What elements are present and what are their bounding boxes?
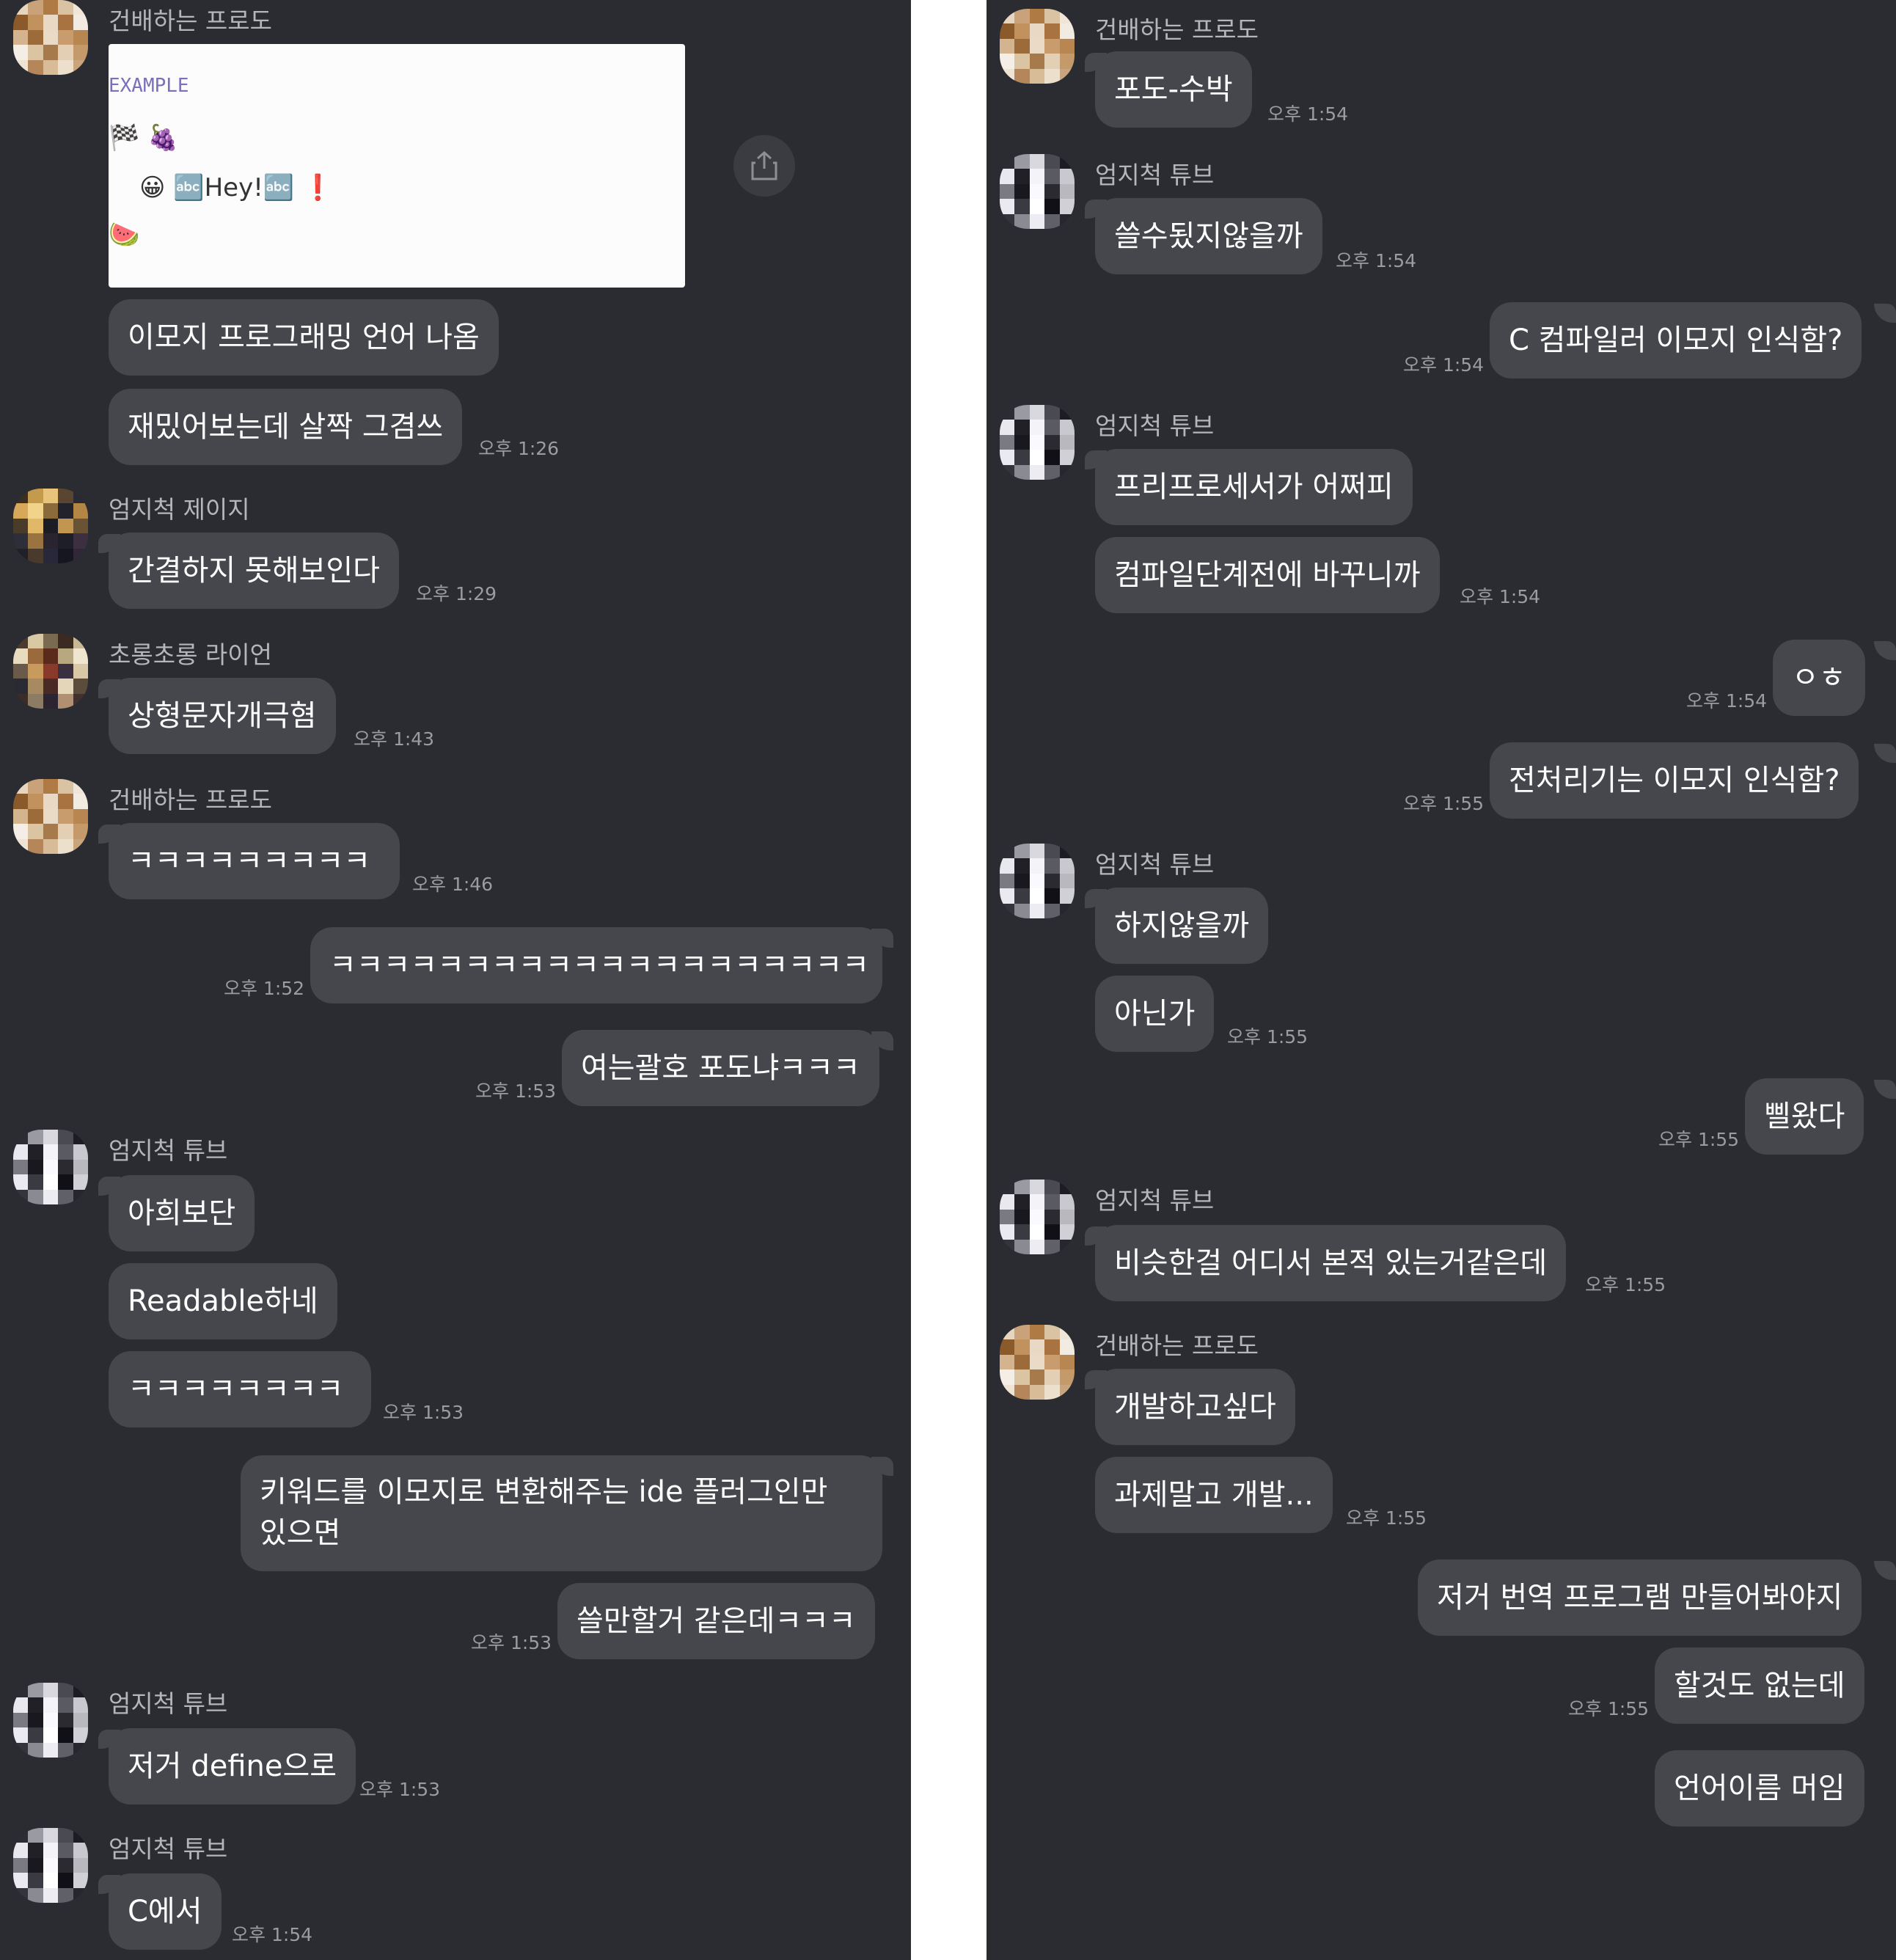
message-bubble[interactable]: 하지않을까 [1095, 888, 1268, 964]
avatar[interactable] [13, 779, 88, 854]
message-bubble[interactable]: 비슷한걸 어디서 본적 있는거같은데 [1095, 1225, 1567, 1301]
sender-name: 엄지척 튜브 [1095, 850, 1215, 879]
sender-name: 건배하는 프로도 [109, 786, 273, 814]
avatar[interactable] [1000, 844, 1075, 918]
message-bubble[interactable]: 이모지 프로그래밍 언어 나옴 [109, 299, 499, 376]
my-message-bubble[interactable]: 삘왔다 [1745, 1078, 1864, 1155]
my-message-bubble[interactable]: 저거 번역 프로그램 만들어봐야지 [1418, 1559, 1862, 1636]
message-bubble[interactable]: ㅋㅋㅋㅋㅋㅋㅋㅋ [109, 1351, 371, 1427]
sender-name: 건배하는 프로도 [109, 7, 273, 35]
message-time: 오후 1:55 [1585, 1274, 1666, 1295]
message-time: 오후 1:53 [383, 1402, 464, 1423]
avatar[interactable] [1000, 154, 1075, 229]
my-message-bubble[interactable]: ㅇㅎ [1773, 640, 1865, 716]
avatar[interactable] [1000, 9, 1075, 84]
sender-name: 엄지척 튜브 [1095, 412, 1215, 440]
my-message-bubble[interactable]: 언어이름 머임 [1655, 1750, 1864, 1826]
sender-name: 엄지척 튜브 [1095, 1186, 1215, 1215]
share-icon [751, 150, 777, 180]
my-message-bubble[interactable]: 전처리기는 이모지 인식함? [1490, 742, 1859, 819]
sender-name: 엄지척 제이지 [109, 495, 250, 524]
bubble-tail [1874, 744, 1896, 763]
message-bubble[interactable]: 과제말고 개발... [1095, 1457, 1333, 1533]
message-bubble[interactable]: 아닌가 [1095, 976, 1215, 1052]
avatar[interactable] [13, 1828, 88, 1903]
message-time: 오후 1:55 [1658, 1129, 1740, 1150]
my-message-bubble[interactable]: ㅋㅋㅋㅋㅋㅋㅋㅋㅋㅋㅋㅋㅋㅋㅋㅋㅋㅋㅋㅋ [310, 927, 882, 1003]
message-time: 오후 1:53 [359, 1779, 441, 1800]
avatar[interactable] [13, 0, 88, 75]
message-bubble[interactable]: 프리프로세서가 어쩌피 [1095, 449, 1413, 525]
message-time: 오후 1:43 [354, 728, 435, 750]
message-time: 오후 1:46 [412, 874, 494, 895]
bubble-tail [1874, 1561, 1896, 1580]
sender-name: 건배하는 프로도 [1095, 15, 1259, 44]
share-button[interactable] [733, 135, 795, 197]
sender-name: 엄지척 튜브 [1095, 161, 1215, 189]
message-bubble[interactable]: 간결하지 못해보인다 [109, 533, 399, 609]
message-time: 오후 1:54 [1336, 250, 1417, 271]
bubble-tail [1874, 1080, 1896, 1099]
code-line: 🏁 🍇 [109, 123, 179, 153]
sender-name: 건배하는 프로도 [1095, 1331, 1259, 1360]
sender-name: 초롱초롱 라이언 [109, 640, 273, 669]
message-bubble[interactable]: 컴파일단계전에 바꾸니까 [1095, 537, 1440, 613]
sender-name: 엄지척 튜브 [109, 1689, 228, 1718]
message-time: 오후 1:54 [1267, 103, 1349, 125]
message-time: 오후 1:54 [1403, 354, 1485, 376]
message-time: 오후 1:29 [416, 583, 497, 604]
message-time: 오후 1:55 [1227, 1026, 1308, 1047]
avatar[interactable] [13, 634, 88, 709]
message-bubble[interactable]: 재밌어보는데 살짝 그겸쓰 [109, 389, 463, 465]
avatar[interactable] [1000, 1325, 1075, 1400]
message-bubble[interactable]: C에서 [109, 1873, 222, 1950]
message-time: 오후 1:26 [478, 438, 560, 459]
message-time: 오후 1:54 [1460, 586, 1541, 607]
sender-name: 엄지척 튜브 [109, 1835, 228, 1863]
code-line: EXAMPLE [109, 75, 189, 97]
my-message-bubble[interactable]: 할것도 없는데 [1655, 1648, 1864, 1724]
code-line: 😀 🔤Hey!🔤 ❗ [139, 173, 334, 202]
avatar[interactable] [13, 1683, 88, 1758]
message-time: 오후 1:53 [475, 1080, 557, 1102]
my-message-bubble[interactable]: 여는괄호 포도냐ㅋㅋㅋ [562, 1030, 879, 1106]
message-bubble[interactable]: 저거 define으로 [109, 1728, 356, 1804]
message-bubble[interactable]: 포도-수박 [1095, 51, 1252, 128]
message-time: 오후 1:54 [232, 1924, 313, 1945]
message-time: 오후 1:55 [1403, 793, 1485, 814]
message-bubble[interactable]: 아희보단 [109, 1175, 255, 1251]
message-bubble[interactable]: 쓸수됬지않을까 [1095, 198, 1322, 274]
my-message-bubble[interactable]: 키워드를 이모지로 변환해주는 ide 플러그인만 있으면 [241, 1455, 882, 1571]
message-time: 오후 1:54 [1686, 690, 1768, 712]
avatar[interactable] [13, 1130, 88, 1204]
avatar[interactable] [1000, 1180, 1075, 1254]
bubble-tail [1874, 304, 1896, 323]
message-bubble[interactable]: 개발하고싶다 [1095, 1369, 1295, 1445]
avatar[interactable] [13, 489, 88, 563]
message-time: 오후 1:55 [1346, 1507, 1427, 1529]
my-message-bubble[interactable]: C 컴파일러 이모지 인식함? [1490, 302, 1862, 379]
sender-name: 엄지척 튜브 [109, 1136, 228, 1165]
avatar[interactable] [1000, 405, 1075, 480]
chat-panel-left[interactable]: 건배하는 프로도 EXAMPLE 🏁 🍇 😀 🔤Hey!🔤 ❗ 🍉 이모지 프로… [0, 0, 911, 1960]
message-time: 오후 1:55 [1568, 1698, 1650, 1719]
bubble-tail [1874, 641, 1896, 660]
code-line: 🍉 [109, 220, 140, 249]
message-time: 오후 1:52 [224, 978, 305, 999]
code-image-preview[interactable]: EXAMPLE 🏁 🍇 😀 🔤Hey!🔤 ❗ 🍉 [109, 44, 685, 288]
chat-panel-right[interactable]: 건배하는 프로도 포도-수박 오후 1:54 엄지척 튜브 쓸수됬지않을까 오후… [987, 0, 1896, 1960]
message-bubble[interactable]: ㅋㅋㅋㅋㅋㅋㅋㅋㅋ [109, 823, 400, 899]
message-bubble[interactable]: 상형문자개극혐 [109, 678, 336, 754]
message-bubble[interactable]: Readable하네 [109, 1263, 337, 1339]
message-time: 오후 1:53 [471, 1632, 552, 1653]
my-message-bubble[interactable]: 쓸만할거 같은데ㅋㅋㅋ [557, 1583, 875, 1659]
